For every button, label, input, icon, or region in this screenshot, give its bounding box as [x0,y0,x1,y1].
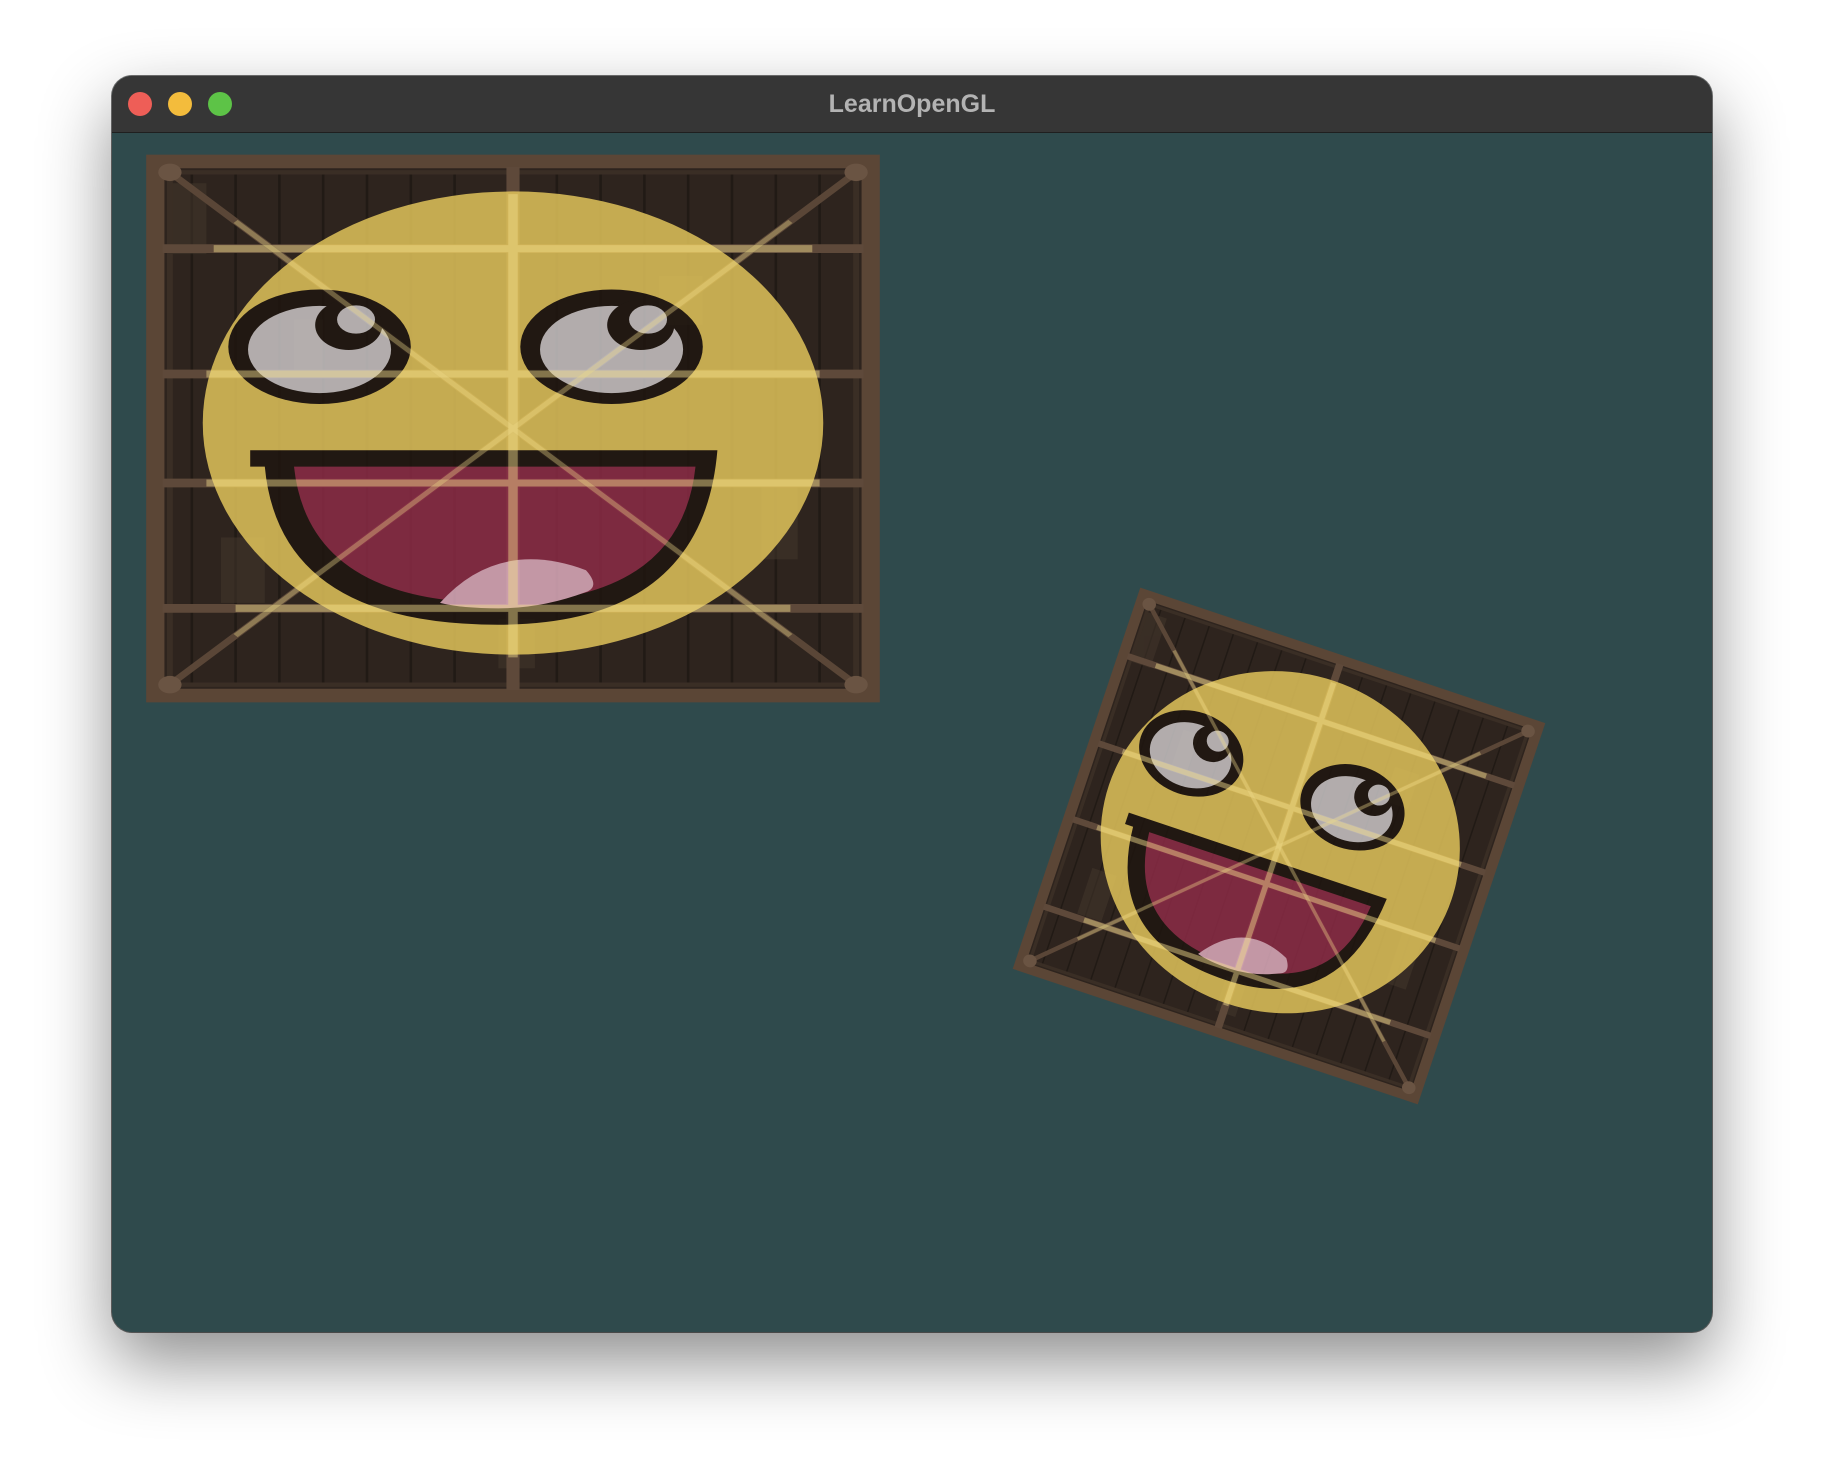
app-window: LearnOpenGL [112,76,1712,1332]
rotated-quad [1014,589,1544,1103]
opengl-viewport [112,133,1712,1332]
static-quad [148,156,878,701]
window-title: LearnOpenGL [828,90,996,118]
title-bar[interactable]: LearnOpenGL [112,76,1712,133]
